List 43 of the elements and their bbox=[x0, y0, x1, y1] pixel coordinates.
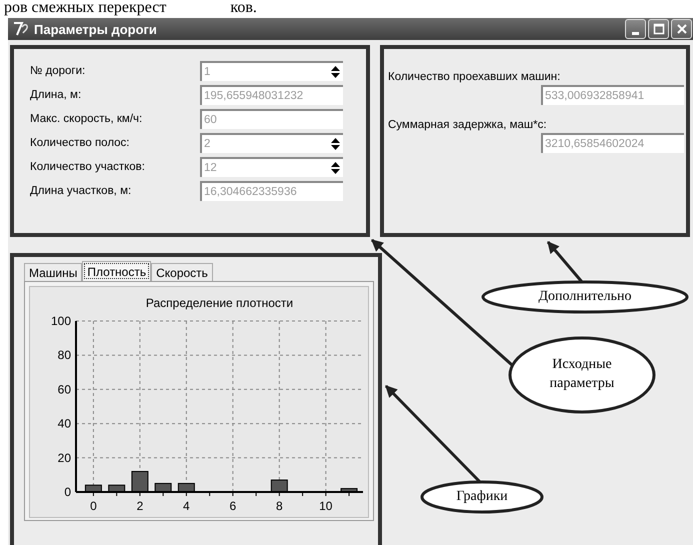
callout-text: Исходные параметры bbox=[548, 356, 616, 393]
tab[interactable]: Машины bbox=[24, 263, 82, 281]
y-tick-label: 40 bbox=[58, 416, 71, 431]
y-tick-label: 60 bbox=[58, 382, 71, 396]
bar bbox=[270, 480, 288, 492]
x-tick-label: 4 bbox=[183, 499, 190, 513]
field-label: Суммарная задержка, маш*с: bbox=[388, 119, 548, 131]
x-tick-label: 6 bbox=[230, 499, 236, 513]
maximize-icon bbox=[652, 23, 664, 35]
callout-arrow bbox=[546, 241, 584, 283]
y-tick-label: 80 bbox=[58, 348, 71, 362]
close-button[interactable] bbox=[671, 19, 692, 39]
maximize-button[interactable] bbox=[648, 19, 669, 39]
tab[interactable]: Плотность bbox=[82, 261, 152, 281]
callout-text: Графики bbox=[456, 488, 508, 506]
field-label: Длина, м: bbox=[30, 89, 82, 101]
field-label: Количество полос: bbox=[30, 137, 131, 149]
close-icon bbox=[676, 23, 688, 35]
window-title: Параметры дороги bbox=[34, 22, 157, 36]
field-label: № дороги: bbox=[30, 65, 86, 77]
minimize-button[interactable] bbox=[625, 19, 646, 39]
chart-title: Распределение плотности bbox=[146, 296, 294, 310]
field-label: Длина участков, м: bbox=[30, 185, 132, 197]
y-tick-label: 0 bbox=[64, 485, 71, 499]
document-text: ров смежных перекрест bbox=[4, 0, 166, 16]
x-tick-label: 2 bbox=[136, 499, 144, 513]
bar bbox=[131, 470, 148, 492]
field-label: Количество проехавших машин: bbox=[388, 71, 562, 83]
tab[interactable]: Скорость bbox=[151, 263, 213, 281]
app-icon bbox=[12, 21, 30, 37]
x-tick-label: 0 bbox=[90, 499, 97, 513]
document-text: ков. bbox=[230, 0, 257, 16]
y-tick-label: 100 bbox=[50, 314, 71, 328]
x-tick-label: 8 bbox=[276, 499, 283, 513]
minimize-icon bbox=[632, 32, 639, 34]
field-label: Макс. скорость, км/ч: bbox=[30, 113, 144, 125]
bar bbox=[178, 482, 195, 492]
bar bbox=[340, 488, 358, 492]
field-label: Количество участков: bbox=[30, 161, 146, 173]
y-tick-label: 20 bbox=[58, 450, 71, 465]
x-tick-label: 10 bbox=[319, 499, 332, 513]
callout-text: Дополнительно bbox=[538, 288, 632, 306]
bar bbox=[154, 482, 172, 492]
